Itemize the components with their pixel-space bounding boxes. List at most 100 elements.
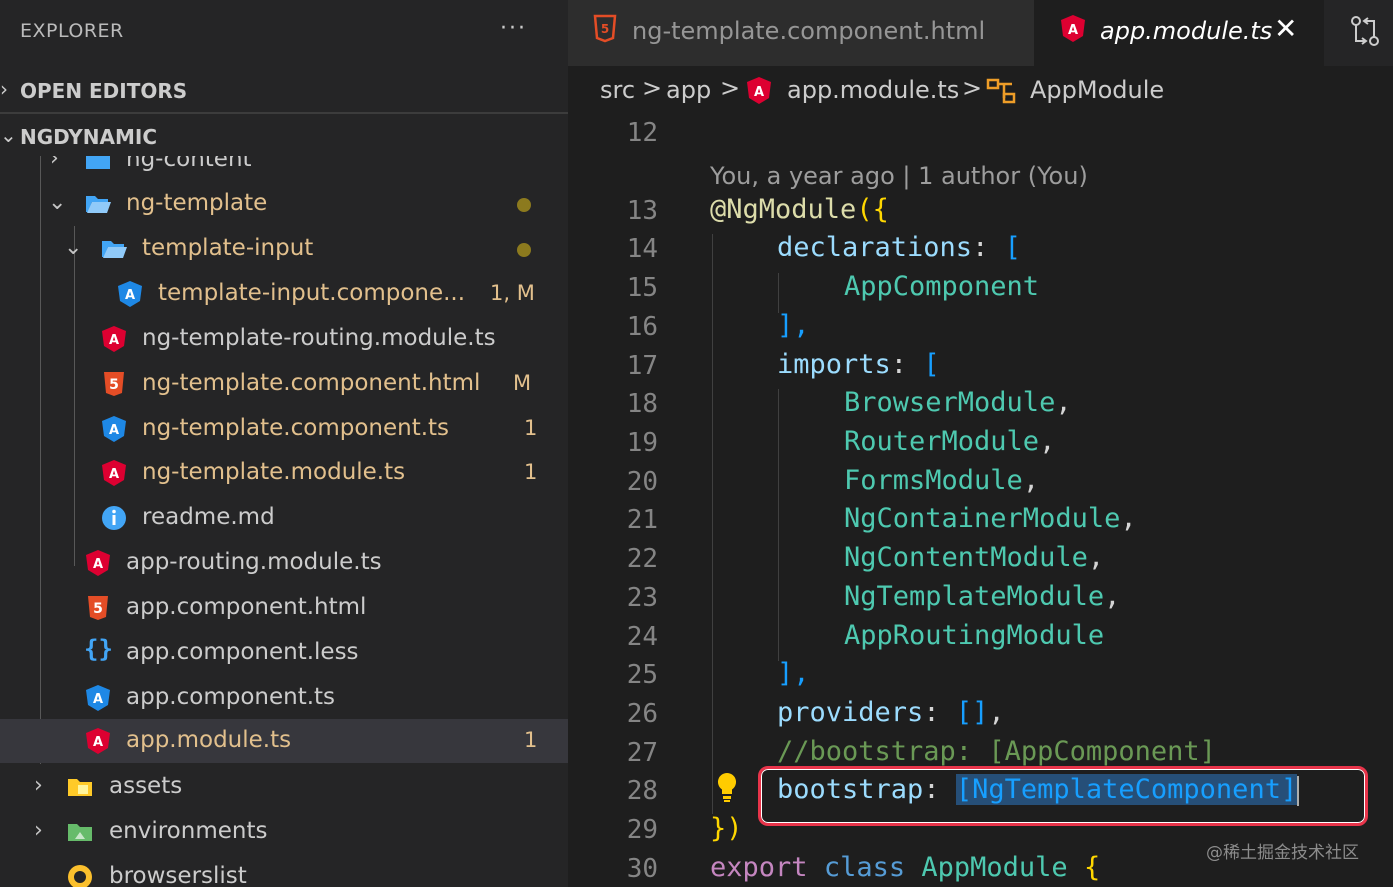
- code-editor[interactable]: 12 13 14 15 16 17 18 19 20 21 22 23 24 2…: [568, 116, 1393, 887]
- lightbulb-icon[interactable]: [716, 772, 738, 804]
- breadcrumb-file[interactable]: app.module.ts: [787, 76, 959, 104]
- open-editors-section[interactable]: › OPEN EDITORS: [0, 68, 568, 114]
- tree-item-template-input[interactable]: ⌄ template-input: [0, 227, 568, 271]
- code-line: }): [710, 813, 743, 844]
- code-line: ],: [777, 310, 810, 341]
- line-number: 23: [626, 583, 658, 613]
- tree-item-app-component-ts[interactable]: A app.component.ts: [0, 676, 568, 720]
- file-status-badge: M: [513, 371, 532, 395]
- svg-text:A: A: [109, 333, 119, 348]
- code-token: RouterModule: [844, 426, 1040, 457]
- more-actions-icon[interactable]: ···: [500, 16, 527, 41]
- angular-component-icon: A: [118, 281, 142, 307]
- code-token: AppModule: [921, 852, 1068, 883]
- code-token: [: [1004, 232, 1021, 263]
- chevron-down-icon: ⌄: [48, 190, 67, 215]
- project-section[interactable]: ⌄ NGDYNAMIC: [0, 114, 568, 158]
- angular-icon: A: [86, 728, 110, 754]
- code-token: BrowserModule: [844, 387, 1056, 418]
- tree-item-app-component-less[interactable]: {} app.component.less: [0, 631, 568, 675]
- tree-item-ng-template-component-ts[interactable]: A ng-template.component.ts 1: [0, 407, 568, 451]
- svg-text:5: 5: [109, 377, 119, 393]
- compare-changes-icon[interactable]: [1348, 14, 1382, 48]
- breadcrumb-separator: >: [642, 74, 663, 102]
- line-number: 27: [626, 738, 658, 768]
- tree-item-browserslist[interactable]: browserslist: [0, 855, 568, 887]
- svg-text:A: A: [754, 85, 764, 100]
- file-status-badge: 1, M: [490, 281, 535, 305]
- tree-item-ng-template-component-html[interactable]: 5 ng-template.component.html M: [0, 362, 568, 406]
- code-line: NgTemplateModule,: [844, 581, 1120, 612]
- tree-item-ng-template[interactable]: ⌄ ng-template: [0, 182, 568, 226]
- code-token: ,: [1022, 465, 1040, 496]
- code-line: //bootstrap: [AppComponent]: [777, 736, 1216, 767]
- folder-env-icon: [68, 824, 92, 841]
- tree-item-label: template-input: [142, 235, 314, 261]
- tree-item-ng-template-routing[interactable]: A ng-template-routing.module.ts: [0, 317, 568, 361]
- code-line: export class AppModule {: [710, 852, 1100, 883]
- tree-item-app-routing[interactable]: A app-routing.module.ts: [0, 541, 568, 585]
- folder-icon: [86, 156, 110, 169]
- tab-ng-template-component-html[interactable]: 5 ng-template.component.html: [568, 0, 1034, 66]
- code-line: AppRoutingModule: [844, 620, 1104, 651]
- breadcrumb-symbol[interactable]: AppModule: [1030, 76, 1164, 104]
- breadcrumb-separator: >: [720, 74, 741, 102]
- git-blame-annotation[interactable]: You, a year ago | 1 author (You): [710, 162, 1088, 190]
- tree-item-environments[interactable]: › environments: [0, 810, 568, 854]
- file-status-badge: 1: [524, 728, 538, 752]
- tree-item-label: ng-template-routing.module.ts: [142, 325, 496, 351]
- folder-open-icon: [102, 241, 127, 258]
- info-icon: [102, 506, 126, 530]
- breadcrumb-src[interactable]: src: [600, 76, 635, 104]
- file-tree: › ng-content ⌄ ng-template ⌄ template-in…: [0, 156, 568, 887]
- line-number: 17: [626, 351, 658, 381]
- explorer-sidebar: EXPLORER ··· › OPEN EDITORS ⌄ NGDYNAMIC …: [0, 0, 568, 887]
- tab-app-module[interactable]: A app.module.ts ✕: [1034, 0, 1324, 66]
- code-token: class: [823, 852, 906, 883]
- modified-dot: [517, 243, 531, 257]
- angular-icon: A: [1061, 15, 1085, 42]
- code-line: BrowserModule,: [844, 387, 1072, 418]
- line-number: 12: [626, 118, 658, 148]
- code-token: imports: [777, 349, 891, 380]
- chevron-right-icon: ›: [50, 156, 59, 171]
- tree-item-label: app.component.less: [126, 639, 359, 665]
- tab-label: ng-template.component.html: [632, 17, 986, 45]
- close-icon[interactable]: ✕: [1274, 12, 1297, 45]
- code-line: NgContentModule,: [844, 542, 1104, 573]
- tree-item-ng-template-module[interactable]: A ng-template.module.ts 1: [0, 451, 568, 495]
- html-icon: 5: [593, 14, 617, 43]
- chevron-down-icon: ⌄: [0, 123, 17, 147]
- tree-item-template-input-component[interactable]: A template-input.compone... 1, M: [0, 272, 568, 316]
- tree-item-label: readme.md: [142, 504, 275, 530]
- tree-item-label: ng-template.module.ts: [142, 459, 406, 485]
- angular-icon: A: [102, 326, 126, 352]
- editor-tabs: 5 ng-template.component.html A app.modul…: [568, 0, 1393, 66]
- line-number: 30: [626, 854, 658, 884]
- code-token: ({: [856, 194, 889, 225]
- breadcrumb: src > app > A app.module.ts > AppModule: [568, 66, 1393, 116]
- tree-item-app-component-html[interactable]: 5 app.component.html: [0, 586, 568, 630]
- breadcrumb-app[interactable]: app: [666, 76, 711, 104]
- tree-item-readme[interactable]: readme.md: [0, 496, 568, 540]
- tree-item-label: environments: [109, 818, 268, 844]
- svg-text:A: A: [93, 557, 103, 572]
- tree-item-label: app-routing.module.ts: [126, 549, 382, 575]
- tree-item-label: app.component.html: [126, 594, 367, 620]
- tree-item-app-module[interactable]: A app.module.ts 1: [0, 719, 568, 763]
- line-number: 24: [626, 622, 658, 652]
- tree-item-assets[interactable]: › assets: [0, 765, 568, 809]
- code-token: ,: [1055, 387, 1072, 418]
- html-icon: 5: [88, 596, 108, 620]
- chevron-right-icon: ›: [34, 773, 43, 798]
- file-status-badge: 1: [524, 460, 538, 484]
- html-icon: 5: [104, 372, 124, 396]
- line-number: 22: [626, 544, 658, 574]
- line-number: 25: [626, 660, 658, 690]
- tree-item-ng-content[interactable]: › ng-content: [0, 156, 568, 182]
- tree-item-label: ng-content: [126, 156, 252, 172]
- code-comment: //bootstrap: [AppComponent]: [777, 736, 1216, 767]
- chevron-down-icon: ⌄: [64, 235, 83, 260]
- code-line: AppComponent: [844, 271, 1039, 302]
- breadcrumb-separator: >: [962, 74, 983, 102]
